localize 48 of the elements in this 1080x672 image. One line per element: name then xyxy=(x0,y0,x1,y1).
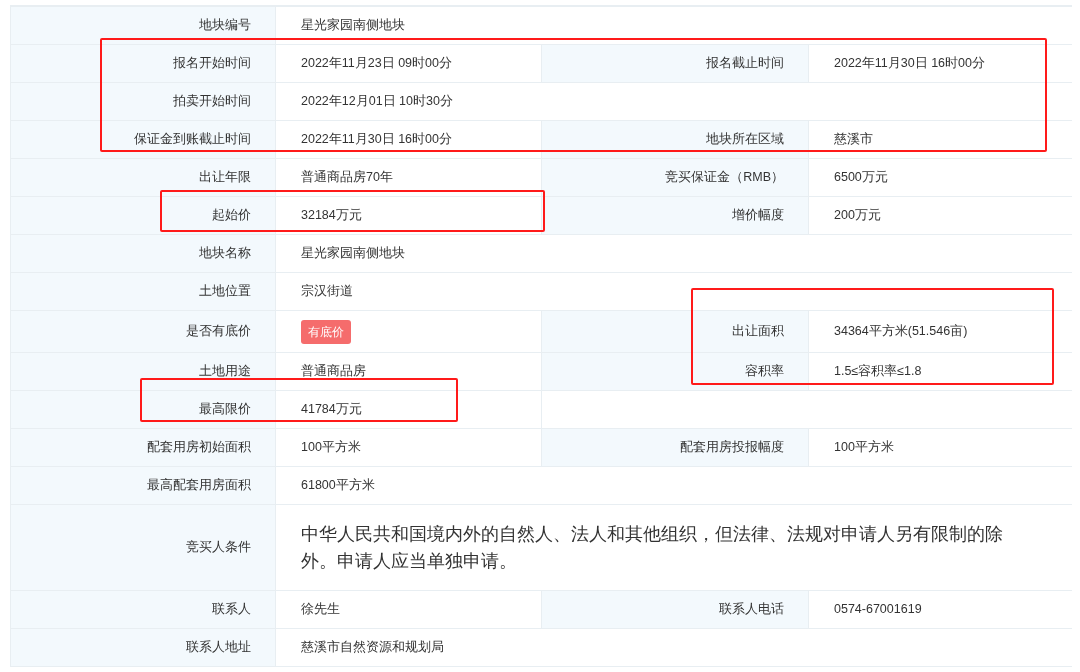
field-value: 2022年11月30日 16时00分 xyxy=(834,55,985,73)
field-label: 配套用房初始面积 xyxy=(147,439,251,457)
field-label: 竞买人条件 xyxy=(186,539,251,557)
field-label: 容积率 xyxy=(745,363,784,381)
field-value: 200万元 xyxy=(834,207,881,225)
field-value: 中华人民共和国境内外的自然人、法人和其他组织，但法律、法规对申请人另有限制的除外。申请人应当单独申请。 xyxy=(301,522,1004,573)
field-value: 41784万元 xyxy=(301,401,362,419)
field-value: 星光家园南侧地块 xyxy=(301,245,405,263)
field-value: 普通商品房70年 xyxy=(301,169,393,187)
field-value: 2022年12月01日 10时30分 xyxy=(301,93,453,111)
field-value: 慈溪市 xyxy=(834,131,873,149)
field-value: 2022年11月23日 09时00分 xyxy=(301,55,452,73)
field-value: 徐先生 xyxy=(301,601,340,619)
field-value: 34364平方米(51.546亩) xyxy=(834,323,968,341)
field-value: 普通商品房 xyxy=(301,363,366,381)
field-label: 地块名称 xyxy=(199,245,251,263)
field-label: 增价幅度 xyxy=(732,207,784,225)
field-label: 联系人 xyxy=(212,601,251,619)
field-label: 报名截止时间 xyxy=(706,55,784,73)
field-value: 32184万元 xyxy=(301,207,362,225)
field-label: 出让年限 xyxy=(199,169,251,187)
field-value: 0574-67001619 xyxy=(834,601,922,619)
field-label: 地块所在区域 xyxy=(706,131,784,149)
field-label: 出让面积 xyxy=(732,323,784,341)
field-label: 最高配套用房面积 xyxy=(147,477,251,495)
field-label: 保证金到账截止时间 xyxy=(134,131,251,149)
field-value: 100平方米 xyxy=(301,439,361,457)
field-value: 2022年11月30日 16时00分 xyxy=(301,131,452,149)
field-value: 慈溪市自然资源和规划局 xyxy=(301,639,444,657)
field-label: 土地用途 xyxy=(199,363,251,381)
field-label: 报名开始时间 xyxy=(173,55,251,73)
field-value: 星光家园南侧地块 xyxy=(301,17,405,35)
field-value: 100平方米 xyxy=(834,439,894,457)
field-label: 竞买保证金（RMB） xyxy=(665,169,784,187)
field-label: 起始价 xyxy=(212,207,251,225)
field-label: 配套用房投报幅度 xyxy=(680,439,784,457)
field-value: 6500万元 xyxy=(834,169,888,187)
field-label: 联系人电话 xyxy=(719,601,784,619)
field-label: 联系人地址 xyxy=(186,639,251,657)
field-label: 是否有底价 xyxy=(186,323,251,341)
field-value: 宗汉街道 xyxy=(301,283,353,301)
field-value: 61800平方米 xyxy=(301,477,375,495)
status-badge: 有底价 xyxy=(301,319,351,344)
field-value: 1.5≤容积率≤1.8 xyxy=(834,363,922,381)
field-label: 地块编号 xyxy=(199,17,251,35)
field-label: 最高限价 xyxy=(199,401,251,419)
field-label: 拍卖开始时间 xyxy=(173,93,251,111)
field-label: 土地位置 xyxy=(199,283,251,301)
